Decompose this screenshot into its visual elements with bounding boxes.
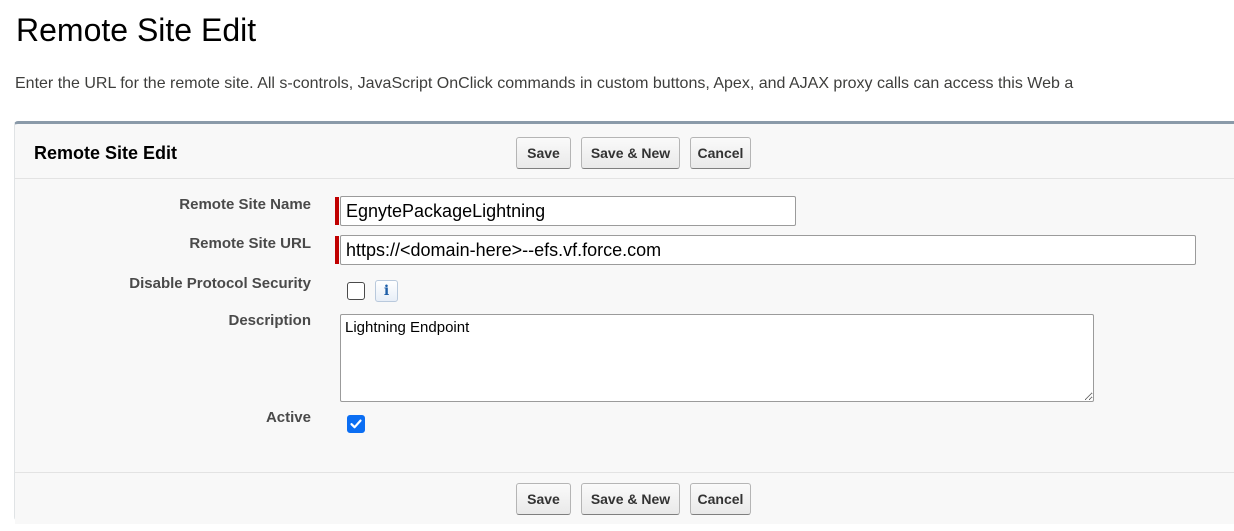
disable-protocol-security-checkbox[interactable] [347,282,365,300]
page-description: Enter the URL for the remote site. All s… [15,75,1074,92]
cancel-button-top[interactable]: Cancel [690,137,751,169]
remote-site-edit-panel: Remote Site Edit Save Save & New Cancel … [14,121,1234,524]
checkmark-icon [350,419,362,429]
save-button-top[interactable]: Save [516,137,571,169]
active-checkbox[interactable] [347,415,365,433]
required-indicator [335,236,339,264]
description-textarea[interactable]: Lightning Endpoint [340,314,1094,402]
save-button-bottom[interactable]: Save [516,483,571,515]
required-indicator [335,197,339,225]
remote-site-name-label: Remote Site Name [179,196,311,213]
remote-site-name-input[interactable] [340,196,796,226]
save-and-new-button-bottom[interactable]: Save & New [581,483,680,515]
info-icon[interactable]: i [375,280,398,302]
page-title: Remote Site Edit [16,12,257,48]
panel-title: Remote Site Edit [34,143,178,163]
panel-header: Remote Site Edit Save Save & New Cancel [15,124,1234,179]
active-label: Active [265,409,311,426]
panel-footer: Save Save & New Cancel [15,472,1234,524]
remote-site-url-label: Remote Site URL [189,235,311,252]
description-label: Description [228,312,311,329]
form-body: Remote Site Name Remote Site URL Disable… [15,180,1234,472]
remote-site-url-input[interactable] [340,235,1196,265]
disable-protocol-security-label: Disable Protocol Security [129,275,311,292]
cancel-button-bottom[interactable]: Cancel [690,483,751,515]
save-and-new-button-top[interactable]: Save & New [581,137,680,169]
